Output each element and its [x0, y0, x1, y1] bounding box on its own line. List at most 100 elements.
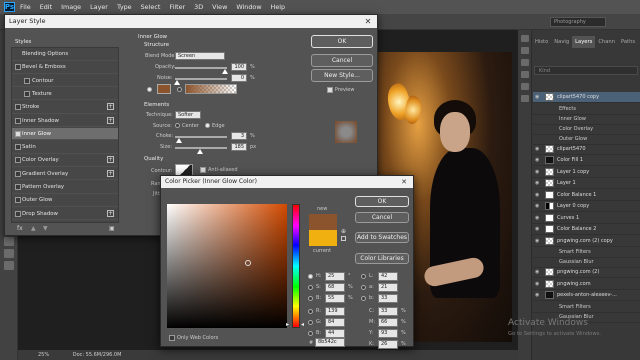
color-mode-radio[interactable]: [361, 296, 366, 301]
opacity-input[interactable]: 100: [231, 63, 247, 71]
color-mode-radio[interactable]: [361, 285, 366, 290]
color-channel-input[interactable]: 33: [378, 294, 398, 303]
style-checkbox[interactable]: [24, 77, 30, 84]
add-to-swatches-button[interactable]: Add to Swatches: [355, 232, 409, 243]
layers-filter-input[interactable]: Kind: [534, 66, 638, 75]
color-channel-input[interactable]: 66: [378, 318, 398, 327]
noise-input[interactable]: 0: [231, 74, 247, 82]
hue-slider[interactable]: [292, 204, 300, 328]
color-channel-input[interactable]: 26: [378, 340, 398, 349]
adjustments-panel-icon[interactable]: [521, 59, 529, 66]
tab-layers[interactable]: Layers: [572, 36, 596, 48]
style-checkbox[interactable]: [15, 210, 21, 217]
color-channel-input[interactable]: 68: [325, 283, 345, 292]
color-channel-input[interactable]: 44: [325, 329, 345, 338]
cancel-button[interactable]: Cancel: [311, 54, 373, 67]
preview-checkbox[interactable]: [327, 87, 333, 93]
layer-row[interactable]: ◉ Color Fill 1: [533, 155, 640, 166]
style-checkbox[interactable]: [15, 184, 21, 190]
color-channel-input[interactable]: 33: [378, 307, 398, 316]
noise-knob[interactable]: [174, 80, 180, 85]
gradient-radio[interactable]: [177, 87, 182, 92]
style-row[interactable]: Inner Glow: [12, 127, 118, 141]
zoom-tool-icon[interactable]: [4, 261, 14, 270]
visibility-eye-icon[interactable]: ◉: [535, 281, 543, 287]
solid-color-radio[interactable]: [147, 87, 152, 92]
choke-knob[interactable]: [176, 138, 182, 143]
color-mode-radio[interactable]: [308, 274, 313, 279]
style-checkbox[interactable]: [15, 197, 21, 204]
color-picker-titlebar[interactable]: Color Picker (Inner Glow Color): [161, 176, 413, 188]
close-icon[interactable]: ✕: [363, 15, 373, 28]
visibility-eye-icon[interactable]: ◉: [535, 94, 543, 100]
visibility-eye-icon[interactable]: ◉: [535, 238, 543, 244]
hue-slider-left-arrow[interactable]: ▸: [286, 321, 289, 328]
websafe-cube-icon[interactable]: ⊕: [341, 228, 346, 235]
gamut-warning-icon[interactable]: [341, 236, 346, 241]
style-checkbox[interactable]: [15, 170, 21, 177]
menu-image[interactable]: Image: [61, 3, 81, 11]
layer-row[interactable]: ◉ Curves 1: [533, 213, 640, 224]
menu-help[interactable]: Help: [271, 3, 286, 11]
visibility-eye-icon[interactable]: ◉: [535, 215, 543, 221]
visibility-eye-icon[interactable]: ◉: [535, 157, 543, 163]
cp-ok-button[interactable]: OK: [355, 196, 409, 207]
hex-input[interactable]: 8b542c: [315, 338, 345, 347]
opacity-slider[interactable]: [175, 67, 227, 69]
visibility-eye-icon[interactable]: ◉: [535, 226, 543, 232]
trash-icon[interactable]: ▣: [109, 225, 115, 232]
shape-tool-icon[interactable]: [4, 237, 14, 246]
layer-row[interactable]: ◉ Layer 0 copy: [533, 201, 640, 212]
menu-window[interactable]: Window: [236, 3, 261, 11]
source-edge-radio[interactable]: [205, 123, 210, 128]
style-row[interactable]: Gradient Overlay +: [12, 168, 118, 181]
visibility-eye-icon[interactable]: ◉: [535, 192, 543, 198]
move-up-icon[interactable]: ▲: [31, 225, 36, 232]
add-effect-plus-icon[interactable]: +: [107, 116, 114, 124]
color-mode-radio[interactable]: [308, 309, 313, 314]
layer-row[interactable]: ◉ pngwing.com (2) copy: [533, 236, 640, 247]
cp-cancel-button[interactable]: Cancel: [355, 212, 409, 223]
menu-edit[interactable]: Edit: [40, 3, 52, 11]
menu-layer[interactable]: Layer: [90, 3, 108, 11]
style-row[interactable]: Satin: [12, 141, 118, 154]
style-row[interactable]: Color Overlay +: [12, 154, 118, 167]
visibility-eye-icon[interactable]: ◉: [535, 169, 543, 175]
hue-slider-right-arrow[interactable]: ◂: [301, 321, 304, 328]
workspace-select[interactable]: Photography: [550, 17, 606, 27]
choke-slider[interactable]: [175, 136, 227, 138]
color-channel-input[interactable]: 139: [325, 307, 345, 316]
hand-tool-icon[interactable]: [4, 249, 14, 258]
history-panel-icon[interactable]: [521, 35, 529, 42]
zoom-level[interactable]: 25%: [38, 352, 49, 358]
menu-3d[interactable]: 3D: [194, 3, 203, 11]
tab-navigator[interactable]: Navig: [551, 36, 572, 48]
layer-row[interactable]: ◉ clipart5470 copy: [533, 92, 640, 103]
style-row[interactable]: Stroke +: [12, 101, 118, 114]
ok-button[interactable]: OK: [311, 35, 373, 48]
brush-panel-icon[interactable]: [521, 71, 529, 78]
tab-histogram[interactable]: Histo: [532, 36, 551, 48]
color-field[interactable]: [167, 204, 287, 328]
layer-row[interactable]: ◉ Color Balance 1: [533, 190, 640, 201]
size-knob[interactable]: [197, 149, 203, 154]
tab-paths[interactable]: Paths: [618, 36, 638, 48]
properties-panel-icon[interactable]: [521, 47, 529, 54]
visibility-eye-icon[interactable]: ◉: [535, 146, 543, 152]
layer-row[interactable]: ◉ pngwing.com (2): [533, 267, 640, 278]
visibility-eye-icon[interactable]: ◉: [535, 269, 543, 275]
color-channel-input[interactable]: 21: [378, 283, 398, 292]
menu-select[interactable]: Select: [141, 3, 161, 11]
only-web-colors-checkbox[interactable]: [169, 335, 175, 341]
style-checkbox[interactable]: [24, 90, 30, 97]
style-checkbox[interactable]: [15, 157, 21, 164]
add-effect-plus-icon[interactable]: +: [107, 209, 114, 217]
menu-view[interactable]: View: [212, 3, 227, 11]
style-row[interactable]: Bevel & Emboss: [12, 61, 118, 74]
color-channel-input[interactable]: 93: [378, 329, 398, 338]
color-mode-radio[interactable]: [308, 320, 313, 325]
style-checkbox[interactable]: [15, 104, 21, 111]
character-panel-icon[interactable]: [521, 83, 529, 90]
layer-style-titlebar[interactable]: Layer Style: [5, 15, 377, 28]
style-row[interactable]: Texture: [12, 88, 118, 101]
